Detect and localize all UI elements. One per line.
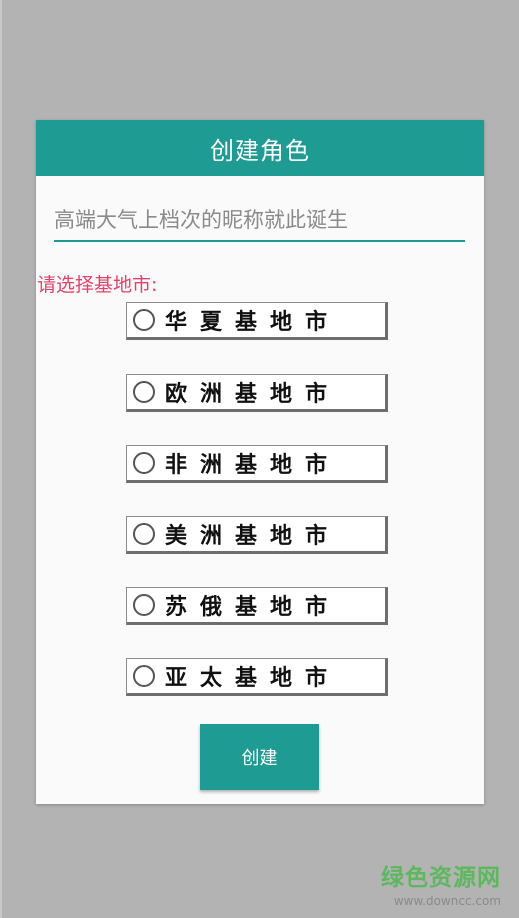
radio-icon[interactable] [133, 452, 155, 474]
watermark-url: www.downcc.com [393, 894, 501, 908]
base-option-label: 华夏基地市 [165, 310, 341, 335]
base-option-huaxia[interactable]: 华夏基地市 [126, 302, 388, 340]
base-option-label: 欧洲基地市 [165, 382, 341, 407]
radio-icon[interactable] [133, 594, 155, 616]
base-option-label: 苏俄基地市 [165, 595, 341, 620]
watermark-title: 绿色资源网 [381, 865, 501, 891]
base-option-soviet[interactable]: 苏俄基地市 [126, 587, 388, 625]
base-option-label: 非洲基地市 [165, 453, 341, 478]
base-option-label: 亚太基地市 [165, 666, 341, 691]
dialog-title: 创建角色 [210, 136, 310, 165]
radio-icon[interactable] [133, 665, 155, 687]
dialog-header: 创建角色 [36, 120, 484, 176]
base-option-label: 美洲基地市 [165, 524, 341, 549]
nickname-input[interactable] [54, 200, 465, 240]
radio-icon[interactable] [133, 381, 155, 403]
radio-icon[interactable] [133, 309, 155, 331]
create-character-dialog: 创建角色 请选择基地市: 华夏基地市 欧洲基地市 非洲基地市 美洲基地市 苏俄基… [36, 120, 484, 804]
watermark: 绿色资源网 www.downcc.com [381, 858, 501, 908]
base-option-africa[interactable]: 非洲基地市 [126, 445, 388, 483]
left-edge-divider [0, 0, 2, 918]
base-option-asia-pacific[interactable]: 亚太基地市 [126, 658, 388, 696]
radio-icon[interactable] [133, 523, 155, 545]
base-option-europe[interactable]: 欧洲基地市 [126, 374, 388, 412]
base-option-america[interactable]: 美洲基地市 [126, 516, 388, 554]
create-button[interactable]: 创建 [200, 724, 319, 790]
base-prompt-label: 请选择基地市: [37, 274, 158, 296]
nickname-field-wrapper [54, 200, 465, 242]
